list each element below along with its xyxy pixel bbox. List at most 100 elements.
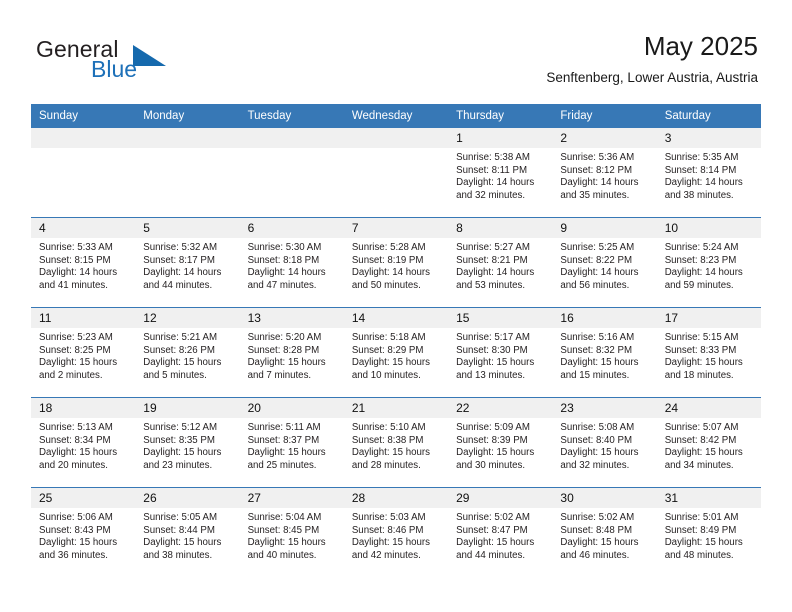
- calendar-day-cell[interactable]: 11 Sunrise: 5:23 AM Sunset: 8:25 PM Dayligh…: [31, 307, 136, 398]
- daylight-text-line1: Daylight: 14 hours: [664, 177, 743, 189]
- weekday-header-tuesday: Tuesday: [239, 104, 344, 128]
- daylight-text-line2: and 40 minutes.: [247, 549, 317, 561]
- weekday-header-friday: Friday: [552, 104, 657, 128]
- day-cell-content: 31 Sunrise: 5:01 AM Sunset: 8:49 PM Dayligh…: [656, 488, 761, 577]
- calendar-day-cell[interactable]: 20 Sunrise: 5:11 AM Sunset: 8:37 PM Dayligh…: [239, 397, 344, 488]
- daylight-text-line1: Daylight: 14 hours: [664, 267, 743, 279]
- calendar-day-cell[interactable]: 15 Sunrise: 5:17 AM Sunset: 8:30 PM Dayligh…: [448, 307, 553, 398]
- sunset-text: Sunset: 8:46 PM: [351, 524, 424, 536]
- sunrise-text: Sunrise: 5:18 AM: [351, 332, 426, 343]
- calendar-day-cell[interactable]: 26 Sunrise: 5:05 AM Sunset: 8:44 PM Dayligh…: [135, 487, 240, 577]
- sunrise-text: Sunrise: 5:30 AM: [247, 242, 322, 253]
- daylight-text-line2: and 2 minutes.: [39, 369, 103, 381]
- daylight-text-line2: and 25 minutes.: [247, 459, 317, 471]
- daylight-text-line1: Daylight: 14 hours: [351, 267, 430, 279]
- day-number: [343, 128, 449, 148]
- calendar-day-cell[interactable]: 31 Sunrise: 5:01 AM Sunset: 8:49 PM Dayligh…: [656, 487, 761, 577]
- calendar-day-cell[interactable]: 4 Sunrise: 5:33 AM Sunset: 8:15 PM Daylight…: [31, 217, 136, 308]
- calendar-day-cell[interactable]: 3 Sunrise: 5:35 AM Sunset: 8:14 PM Daylight…: [656, 128, 761, 218]
- daylight-text-line1: Daylight: 15 hours: [456, 447, 535, 459]
- daylight-text-line2: and 47 minutes.: [247, 279, 317, 291]
- calendar-day-cell[interactable]: [31, 128, 136, 218]
- weekday-header-wednesday: Wednesday: [343, 104, 449, 128]
- daylight-text-line1: Daylight: 14 hours: [560, 267, 639, 279]
- daylight-text-line1: Daylight: 15 hours: [560, 357, 639, 369]
- day-details: Sunrise: 5:08 AM Sunset: 8:40 PM Daylight:…: [552, 418, 656, 472]
- day-cell-content: 20 Sunrise: 5:11 AM Sunset: 8:37 PM Dayligh…: [239, 398, 344, 487]
- calendar-day-cell[interactable]: 21 Sunrise: 5:10 AM Sunset: 8:38 PM Dayligh…: [343, 397, 449, 488]
- calendar-week-row: 11 Sunrise: 5:23 AM Sunset: 8:25 PM Dayligh…: [31, 307, 761, 398]
- day-cell-content: [31, 128, 136, 217]
- calendar-day-cell[interactable]: 10 Sunrise: 5:24 AM Sunset: 8:23 PM Dayligh…: [656, 217, 761, 308]
- sunrise-text: Sunrise: 5:25 AM: [560, 242, 635, 253]
- calendar-day-cell[interactable]: 6 Sunrise: 5:30 AM Sunset: 8:18 PM Daylight…: [239, 217, 344, 308]
- calendar-day-cell[interactable]: 1 Sunrise: 5:38 AM Sunset: 8:11 PM Daylight…: [448, 128, 553, 218]
- calendar-day-cell[interactable]: 25 Sunrise: 5:06 AM Sunset: 8:43 PM Dayligh…: [31, 487, 136, 577]
- sunset-text: Sunset: 8:28 PM: [247, 344, 320, 356]
- day-cell-content: 29 Sunrise: 5:02 AM Sunset: 8:47 PM Dayligh…: [448, 488, 553, 577]
- sunset-text: Sunset: 8:30 PM: [456, 344, 528, 356]
- sunset-text: Sunset: 8:14 PM: [664, 164, 737, 176]
- calendar-day-cell[interactable]: 19 Sunrise: 5:12 AM Sunset: 8:35 PM Dayligh…: [135, 397, 240, 488]
- calendar-day-cell[interactable]: 27 Sunrise: 5:04 AM Sunset: 8:45 PM Dayligh…: [239, 487, 344, 577]
- day-cell-content: 9 Sunrise: 5:25 AM Sunset: 8:22 PM Daylight…: [552, 218, 657, 307]
- day-details: Sunrise: 5:18 AM Sunset: 8:29 PM Daylight:…: [344, 328, 448, 382]
- calendar-day-cell[interactable]: 13 Sunrise: 5:20 AM Sunset: 8:28 PM Dayligh…: [239, 307, 344, 398]
- sunset-text: Sunset: 8:18 PM: [247, 254, 320, 266]
- sunset-text: Sunset: 8:19 PM: [351, 254, 424, 266]
- page-title: May 2025: [643, 31, 758, 61]
- sunrise-text: Sunrise: 5:07 AM: [664, 422, 739, 433]
- day-cell-content: 8 Sunrise: 5:27 AM Sunset: 8:21 PM Daylight…: [448, 218, 553, 307]
- day-details: Sunrise: 5:03 AM Sunset: 8:46 PM Daylight:…: [344, 508, 448, 562]
- sunset-text: Sunset: 8:38 PM: [351, 434, 424, 446]
- calendar-day-cell[interactable]: [239, 128, 344, 218]
- day-cell-content: 16 Sunrise: 5:16 AM Sunset: 8:32 PM Dayligh…: [552, 308, 657, 397]
- sunset-text: Sunset: 8:35 PM: [143, 434, 215, 446]
- calendar-day-cell[interactable]: 5 Sunrise: 5:32 AM Sunset: 8:17 PM Daylight…: [135, 217, 240, 308]
- calendar-day-cell[interactable]: 14 Sunrise: 5:18 AM Sunset: 8:29 PM Dayligh…: [343, 307, 449, 398]
- calendar-day-cell[interactable]: 9 Sunrise: 5:25 AM Sunset: 8:22 PM Daylight…: [552, 217, 657, 308]
- day-number: 1: [448, 128, 553, 148]
- daylight-text-line2: and 38 minutes.: [143, 549, 213, 561]
- day-number: 30: [552, 488, 657, 508]
- sunrise-text: Sunrise: 5:28 AM: [351, 242, 426, 253]
- daylight-text-line1: Daylight: 15 hours: [456, 537, 535, 549]
- daylight-text-line2: and 38 minutes.: [664, 189, 734, 201]
- calendar-day-cell[interactable]: 8 Sunrise: 5:27 AM Sunset: 8:21 PM Daylight…: [448, 217, 553, 308]
- daylight-text-line1: Daylight: 15 hours: [143, 447, 222, 459]
- sunrise-text: Sunrise: 5:08 AM: [560, 422, 635, 433]
- day-number: 28: [343, 488, 449, 508]
- calendar-day-cell[interactable]: 23 Sunrise: 5:08 AM Sunset: 8:40 PM Dayligh…: [552, 397, 657, 488]
- calendar-day-cell[interactable]: 16 Sunrise: 5:16 AM Sunset: 8:32 PM Dayligh…: [552, 307, 657, 398]
- daylight-text-line2: and 36 minutes.: [39, 549, 108, 561]
- calendar-day-cell[interactable]: 7 Sunrise: 5:28 AM Sunset: 8:19 PM Daylight…: [343, 217, 449, 308]
- calendar-day-cell[interactable]: 17 Sunrise: 5:15 AM Sunset: 8:33 PM Dayligh…: [656, 307, 761, 398]
- sunrise-text: Sunrise: 5:02 AM: [560, 512, 635, 523]
- calendar-day-cell[interactable]: 18 Sunrise: 5:13 AM Sunset: 8:34 PM Dayligh…: [31, 397, 136, 488]
- sunrise-text: Sunrise: 5:06 AM: [39, 512, 113, 523]
- day-cell-content: [343, 128, 449, 217]
- sunset-text: Sunset: 8:12 PM: [560, 164, 633, 176]
- calendar-day-cell[interactable]: 2 Sunrise: 5:36 AM Sunset: 8:12 PM Daylight…: [552, 128, 657, 218]
- calendar-day-cell[interactable]: 12 Sunrise: 5:21 AM Sunset: 8:26 PM Dayligh…: [135, 307, 240, 398]
- daylight-text-line1: Daylight: 15 hours: [351, 537, 430, 549]
- calendar-day-cell[interactable]: [343, 128, 449, 218]
- daylight-text-line2: and 59 minutes.: [664, 279, 734, 291]
- daylight-text-line2: and 28 minutes.: [351, 459, 421, 471]
- calendar-day-cell[interactable]: [135, 128, 240, 218]
- daylight-text-line2: and 23 minutes.: [143, 459, 213, 471]
- sunrise-text: Sunrise: 5:16 AM: [560, 332, 635, 343]
- day-cell-content: 26 Sunrise: 5:05 AM Sunset: 8:44 PM Dayligh…: [135, 488, 240, 577]
- day-details: Sunrise: 5:30 AM Sunset: 8:18 PM Daylight:…: [240, 238, 344, 292]
- calendar-day-cell[interactable]: 29 Sunrise: 5:02 AM Sunset: 8:47 PM Dayligh…: [448, 487, 553, 577]
- day-number: 17: [656, 308, 761, 328]
- day-number: 7: [343, 218, 449, 238]
- calendar-day-cell[interactable]: 30 Sunrise: 5:02 AM Sunset: 8:48 PM Dayligh…: [552, 487, 657, 577]
- sunrise-text: Sunrise: 5:15 AM: [664, 332, 739, 343]
- calendar-day-cell[interactable]: 22 Sunrise: 5:09 AM Sunset: 8:39 PM Dayligh…: [448, 397, 553, 488]
- calendar-day-cell[interactable]: 24 Sunrise: 5:07 AM Sunset: 8:42 PM Dayligh…: [656, 397, 761, 488]
- calendar-week-row: 4 Sunrise: 5:33 AM Sunset: 8:15 PM Daylight…: [31, 217, 761, 308]
- sunrise-text: Sunrise: 5:01 AM: [664, 512, 739, 523]
- calendar-day-cell[interactable]: 28 Sunrise: 5:03 AM Sunset: 8:46 PM Dayligh…: [343, 487, 449, 577]
- sunrise-text: Sunrise: 5:13 AM: [39, 422, 113, 433]
